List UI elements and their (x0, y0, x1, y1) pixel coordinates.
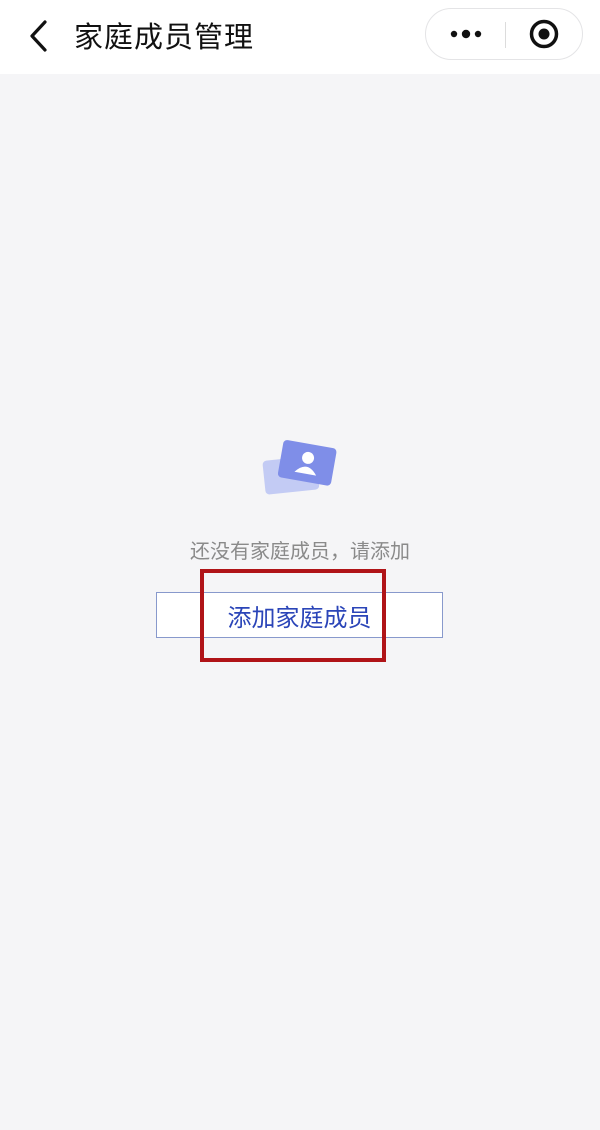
empty-state-message: 还没有家庭成员，请添加 (190, 539, 410, 563)
miniprogram-capsule (425, 8, 583, 60)
chevron-left-icon (30, 20, 47, 52)
more-button[interactable] (426, 9, 505, 59)
add-family-member-button[interactable]: 添加家庭成员 (156, 592, 443, 638)
page-title: 家庭成员管理 (74, 20, 255, 54)
target-close-icon (529, 19, 559, 49)
member-card-icon (262, 440, 337, 495)
top-nav-bar: 家庭成员管理 (0, 0, 600, 74)
close-button[interactable] (506, 9, 582, 59)
back-button[interactable] (18, 16, 58, 56)
more-dots-icon (450, 29, 481, 39)
